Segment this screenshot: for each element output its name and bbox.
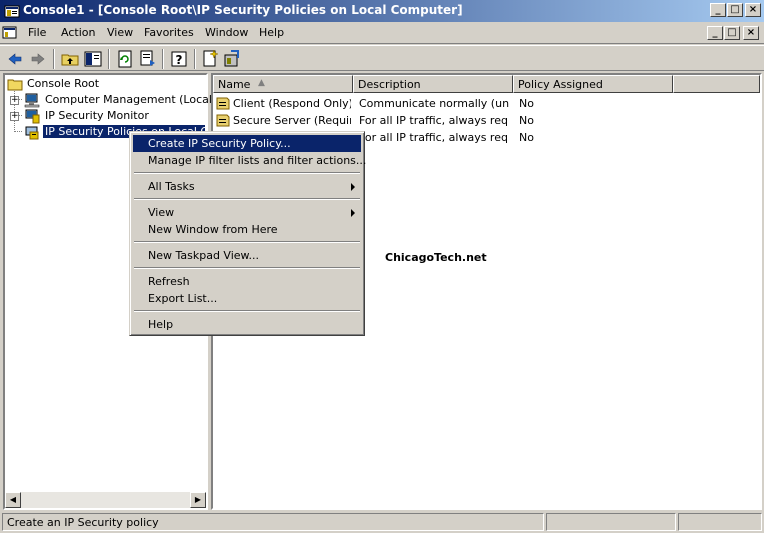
ip-security-monitor-icon — [25, 109, 40, 124]
menu-item-export-list[interactable]: Export List... — [133, 290, 361, 307]
assign-policy-icon[interactable] — [222, 49, 242, 69]
toolbar: ? — [0, 45, 764, 71]
menu-item-view[interactable]: View — [133, 204, 361, 221]
child-restore-button[interactable]: □ — [724, 26, 740, 40]
tree-item-label: Console Root — [27, 77, 100, 90]
menu-separator — [134, 267, 360, 269]
column-header-name[interactable]: Name ▲ — [213, 75, 353, 93]
menu-file[interactable]: File — [28, 26, 46, 39]
menu-item-refresh[interactable]: Refresh — [133, 273, 361, 290]
tree-horizontal-scrollbar[interactable]: ◀ ▶ — [5, 492, 206, 508]
column-header-description[interactable]: Description — [353, 75, 513, 93]
status-bar: Create an IP Security policy — [0, 512, 764, 533]
expand-plus-icon[interactable]: + — [10, 96, 19, 105]
forward-arrow-icon[interactable] — [28, 49, 48, 69]
menu-item-manage-ip-filter-lists[interactable]: Manage IP filter lists and filter action… — [133, 152, 366, 169]
list-item[interactable]: Client (Respond Only) Communicate normal… — [213, 95, 760, 112]
menu-separator — [134, 172, 360, 174]
show-hide-console-tree-icon[interactable] — [83, 49, 103, 69]
watermark-text: ChicagoTech.net — [385, 251, 487, 264]
list-item[interactable]: Secure Server (Requir... For all IP traf… — [213, 112, 760, 129]
expand-plus-icon[interactable]: + — [10, 112, 19, 121]
menu-separator — [134, 310, 360, 312]
policy-icon — [216, 114, 230, 127]
menu-item-new-window-from-here[interactable]: New Window from Here — [133, 221, 361, 238]
computer-management-icon — [24, 93, 40, 108]
svg-text:?: ? — [176, 53, 183, 67]
tree-item-computer-management[interactable]: + Computer Management (Local) — [5, 92, 216, 108]
policy-name: Secure Server (Requir... — [233, 114, 351, 127]
menu-item-all-tasks[interactable]: All Tasks — [133, 178, 361, 195]
policy-name: Client (Respond Only) — [233, 97, 351, 110]
menu-window[interactable]: Window — [205, 26, 248, 39]
tree-item-console-root[interactable]: Console Root — [5, 76, 205, 92]
status-panel-empty — [546, 513, 676, 531]
child-minimize-button[interactable]: _ — [707, 26, 723, 40]
folder-icon — [7, 79, 23, 91]
refresh-icon[interactable] — [115, 49, 135, 69]
toolbar-separator — [162, 49, 164, 69]
tree-item-ip-security-monitor[interactable]: + IP Security Monitor — [5, 108, 205, 124]
column-header-policy-assigned[interactable]: Policy Assigned — [513, 75, 673, 93]
toolbar-separator — [108, 49, 110, 69]
menu-action[interactable]: Action — [61, 26, 95, 39]
policy-icon — [216, 97, 230, 110]
policy-description: Communicate normally (uns... — [359, 97, 509, 110]
up-one-level-icon[interactable] — [60, 49, 80, 69]
minimize-button[interactable]: _ — [710, 3, 726, 17]
title-bar: Console1 - [Console Root\IP Security Pol… — [0, 0, 764, 22]
menu-separator — [134, 198, 360, 200]
tree-item-label: Computer Management (Local) — [45, 93, 217, 106]
mmc-console-icon — [4, 5, 20, 18]
window-title: Console1 - [Console Root\IP Security Pol… — [23, 3, 463, 17]
policy-description: For all IP traffic, always req... — [359, 114, 509, 127]
menu-separator — [134, 241, 360, 243]
menu-item-create-ip-security-policy[interactable]: Create IP Security Policy... — [133, 135, 361, 152]
tree-item-label: IP Security Monitor — [45, 109, 149, 122]
toolbar-separator — [53, 49, 55, 69]
create-policy-icon[interactable] — [200, 49, 220, 69]
status-text: Create an IP Security policy — [2, 513, 544, 531]
sort-ascending-icon: ▲ — [258, 78, 265, 88]
policy-assigned: No — [519, 131, 534, 144]
menu-favorites[interactable]: Favorites — [144, 26, 194, 39]
scroll-left-arrow-icon[interactable]: ◀ — [5, 492, 21, 508]
menu-bar: File Action View Favorites Window Help _… — [0, 22, 764, 44]
context-menu: Create IP Security Policy... Manage IP f… — [129, 131, 366, 336]
back-arrow-icon[interactable] — [5, 49, 25, 69]
ip-security-policies-icon — [25, 126, 39, 140]
help-icon[interactable]: ? — [169, 49, 189, 69]
policy-description: For all IP traffic, always req... — [359, 131, 509, 144]
menu-item-new-taskpad-view[interactable]: New Taskpad View... — [133, 247, 361, 264]
status-panel-empty — [678, 513, 762, 531]
policy-assigned: No — [519, 97, 534, 110]
menu-item-help[interactable]: Help — [133, 316, 361, 333]
policy-assigned: No — [519, 114, 534, 127]
maximize-button[interactable]: □ — [727, 3, 743, 17]
menu-view[interactable]: View — [107, 26, 133, 39]
submenu-arrow-icon — [351, 209, 355, 217]
close-button[interactable]: × — [745, 3, 761, 17]
scroll-right-arrow-icon[interactable]: ▶ — [190, 492, 206, 508]
export-list-icon[interactable] — [138, 49, 158, 69]
column-header-empty — [673, 75, 760, 93]
child-close-button[interactable]: × — [743, 26, 759, 40]
submenu-arrow-icon — [351, 183, 355, 191]
toolbar-separator — [194, 49, 196, 69]
menu-help[interactable]: Help — [259, 26, 284, 39]
